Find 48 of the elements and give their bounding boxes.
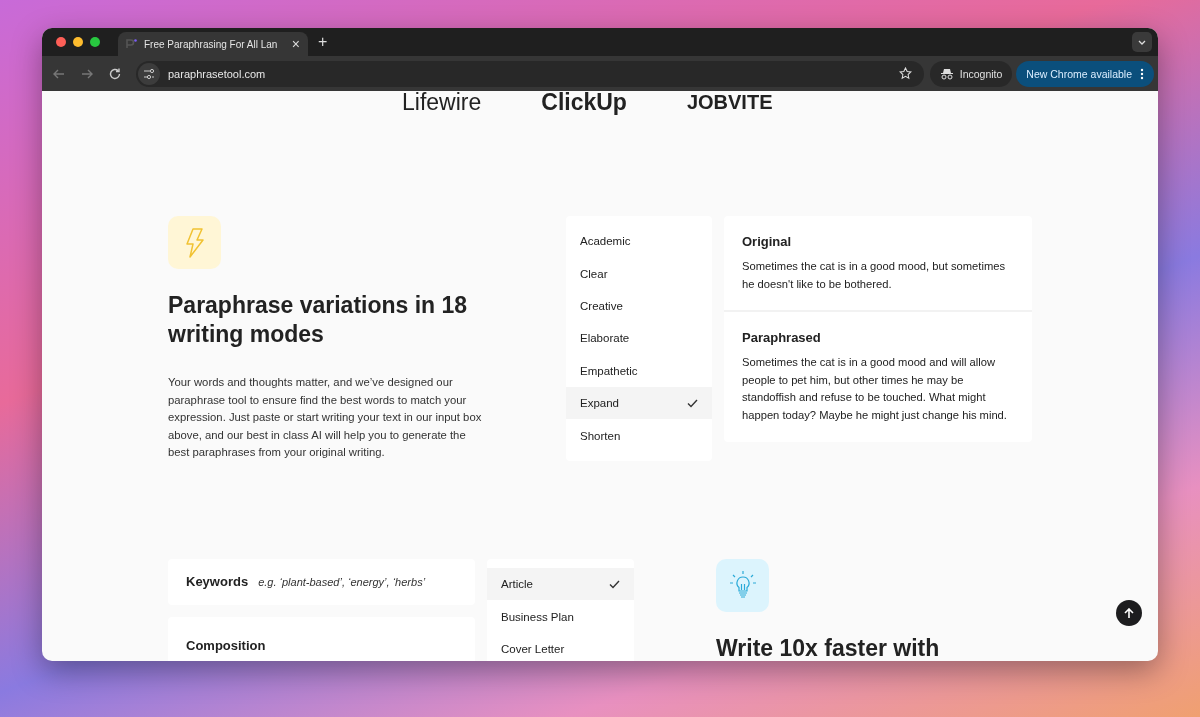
section-description: Your words and thoughts matter, and we’ve designed our paraphrase tool to ensure find the best words to match your expression. Just paste or start writing your text in our input box above, and our best in class AI will help you to generate the best paraphrases from your original writing. xyxy=(168,375,483,461)
incognito-indicator[interactable]: Incognito xyxy=(929,60,1013,87)
checkmark-icon xyxy=(687,398,698,408)
incognito-label: Incognito xyxy=(959,67,1003,80)
document-type-option[interactable]: Business Plan xyxy=(487,600,634,633)
original-text: Sometimes the cat is in a good mood, but sometimes he doesn't like to be bothered. xyxy=(742,259,1007,292)
writing-mode-option[interactable]: Academic xyxy=(566,225,712,258)
writing-mode-option[interactable]: Elaborate xyxy=(566,322,712,355)
more-menu-icon[interactable] xyxy=(1140,67,1144,80)
company-logo: JOBVITE xyxy=(686,91,773,114)
company-logo: Lifewire xyxy=(402,91,482,116)
writing-mode-option[interactable]: Shorten xyxy=(566,419,712,452)
update-chrome-button[interactable]: New Chrome available xyxy=(1016,60,1154,87)
composition-label: Composition xyxy=(186,637,266,653)
reload-icon[interactable] xyxy=(108,66,122,81)
zoom-window-button[interactable] xyxy=(90,37,100,47)
close-window-button[interactable] xyxy=(56,37,66,47)
tab-close-button[interactable]: × xyxy=(291,37,300,51)
document-type-option[interactable]: Cover Letter xyxy=(487,632,634,661)
keywords-input[interactable]: e.g. ‘plant-based’, ‘energy’, ‘herbs’ xyxy=(256,574,457,589)
new-tab-button[interactable]: + xyxy=(318,34,328,50)
url-text: paraphrasetool.com xyxy=(168,67,266,80)
section-heading: Write 10x faster with xyxy=(716,633,940,661)
arrow-up-icon xyxy=(1124,607,1134,619)
scroll-to-top-button[interactable] xyxy=(1116,600,1142,626)
card-heading: Paraphrased xyxy=(742,330,822,346)
tab-search-button[interactable] xyxy=(1132,32,1152,52)
keywords-label: Keywords xyxy=(186,574,249,590)
address-bar[interactable]: paraphrasetool.com xyxy=(136,60,924,87)
lightning-icon xyxy=(168,216,221,269)
site-favicon-icon xyxy=(126,39,137,49)
lightbulb-icon xyxy=(716,558,769,612)
browser-tab[interactable]: Free Paraphrasing For All Lan × xyxy=(118,32,308,56)
incognito-icon xyxy=(939,67,954,80)
card-heading: Original xyxy=(742,234,793,249)
checkmark-icon xyxy=(609,579,620,589)
bookmark-star-icon[interactable] xyxy=(898,67,912,80)
tab-title: Free Paraphrasing For All Lan xyxy=(144,38,279,50)
paraphrased-text: Sometimes the cat is in a good mood and will allow people to pet him, but other times he may be standoffish and refuse to be touched. What might happen today? Maybe he might just change his mind. xyxy=(742,355,1008,423)
writing-mode-option[interactable]: Clear xyxy=(566,257,712,290)
company-logo: ClickUp xyxy=(541,91,627,116)
site-settings-icon[interactable] xyxy=(138,62,160,85)
writing-mode-option[interactable]: Expand xyxy=(566,386,712,420)
section-heading: Paraphrase variations in 18 writing modes xyxy=(168,291,469,349)
document-type-option[interactable]: Article xyxy=(487,567,634,601)
writing-mode-option[interactable]: Creative xyxy=(566,289,712,323)
writing-mode-option[interactable]: Empathetic xyxy=(566,354,712,387)
minimize-window-button[interactable] xyxy=(73,37,83,47)
